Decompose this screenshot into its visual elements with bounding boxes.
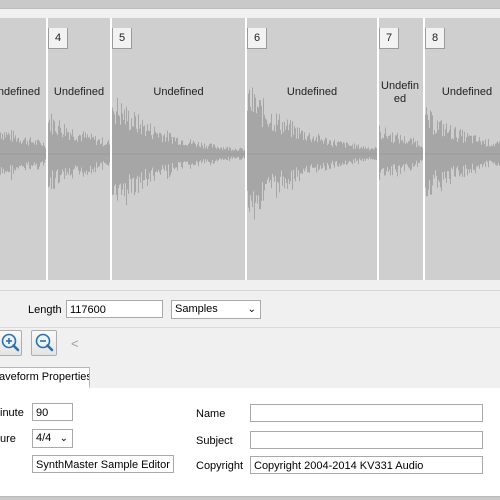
zoom-out-button[interactable] <box>31 330 57 356</box>
bpm-input[interactable]: 90 <box>32 403 73 421</box>
signature-select[interactable]: 4/4 ⌄ <box>32 429 73 448</box>
zoom-toolbar: < <box>0 327 500 362</box>
subject-input[interactable] <box>250 431 483 449</box>
name-input[interactable] <box>250 404 483 422</box>
copyright-input[interactable]: Copyright 2004-2014 KV331 Audio <box>250 456 483 474</box>
region-divider[interactable] <box>110 18 112 280</box>
region-label: Undefined <box>381 80 419 105</box>
region-number[interactable]: 4 <box>48 28 68 49</box>
region-divider[interactable] <box>377 18 379 280</box>
region-label: Undefined <box>441 86 493 98</box>
length-unit-select[interactable]: Samples ⌄ <box>171 300 261 319</box>
zoom-in-icon <box>1 333 20 352</box>
signature-label: ure <box>0 433 16 445</box>
region-label: Undefined <box>286 86 338 98</box>
software-input[interactable]: SynthMaster Sample Editor <box>32 455 174 473</box>
waveform-properties-panel: inute 90 ure 4/4 ⌄ SynthMaster Sample Ed… <box>0 388 500 497</box>
region-number[interactable]: 8 <box>425 28 445 49</box>
sample-editor-window: ndefined 4 Undefined 5 Undefined 6 Undef… <box>0 8 500 497</box>
tab-waveform-properties[interactable]: aveform Properties <box>0 367 90 388</box>
length-label: Length <box>28 304 62 316</box>
chevron-down-icon: ⌄ <box>59 433 68 444</box>
zoom-out-icon <box>35 333 54 352</box>
length-panel: Length 117600 Samples ⌄ <box>0 290 500 328</box>
region-divider[interactable] <box>245 18 247 280</box>
copyright-label: Copyright <box>196 460 244 472</box>
region-divider[interactable] <box>423 18 425 280</box>
zoom-in-button[interactable] <box>0 330 22 356</box>
waveform <box>0 87 500 220</box>
region-label: Undefined <box>53 86 105 98</box>
tab-strip: aveform Properties <box>0 367 500 389</box>
region-number[interactable]: 7 <box>379 28 399 49</box>
chevron-down-icon: ⌄ <box>247 304 256 315</box>
region-label: ndefined <box>0 86 41 98</box>
waveform-view[interactable]: ndefined 4 Undefined 5 Undefined 6 Undef… <box>0 18 500 280</box>
length-input[interactable]: 117600 <box>66 300 163 318</box>
region-number[interactable]: 5 <box>112 28 132 49</box>
length-unit-value: Samples <box>175 303 218 315</box>
region-divider[interactable] <box>46 18 48 280</box>
name-label: Name <box>196 408 226 420</box>
subject-label: Subject <box>196 435 233 447</box>
bpm-label: inute <box>0 407 24 419</box>
region-number[interactable]: 6 <box>247 28 267 49</box>
region-label: Undefined <box>153 86 204 98</box>
signature-value: 4/4 <box>36 432 52 444</box>
chevron-left-icon[interactable]: < <box>71 336 79 351</box>
